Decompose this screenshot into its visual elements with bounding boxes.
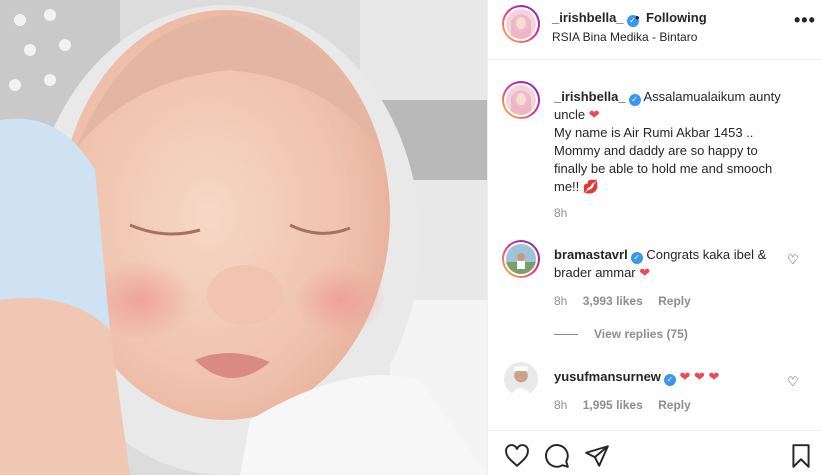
share-icon[interactable]	[584, 443, 610, 469]
post-photo[interactable]	[0, 0, 487, 475]
like-icon[interactable]	[504, 443, 530, 469]
like-comment-icon[interactable]: ♡	[787, 252, 799, 268]
comment-time: 8h	[554, 294, 568, 308]
caption-meta: 8h	[554, 206, 579, 220]
location-link[interactable]: RSIA Bina Medika - Bintaro	[552, 30, 697, 44]
verified-badge-icon: ✓	[628, 94, 641, 106]
view-replies-button[interactable]: View replies (75)	[554, 327, 688, 341]
post-header: _irishbella_ ✓ • Following RSIA Bina Medi…	[488, 0, 822, 60]
caption-line-2: My name is Air Rumi Akbar 1453 ..	[554, 125, 754, 140]
baby-photo-image	[0, 0, 487, 475]
comment-time: 8h	[554, 398, 568, 412]
comment-meta: 8h 3,993 likes Reply	[554, 294, 703, 308]
commenter-avatar[interactable]	[504, 362, 538, 396]
like-comment-icon[interactable]: ♡	[787, 374, 799, 390]
reply-button[interactable]: Reply	[658, 294, 691, 308]
comment-meta: 8h 1,995 likes Reply	[554, 398, 703, 412]
comment-icon[interactable]	[544, 443, 570, 469]
comment-username[interactable]: bramastavrl ✓	[554, 247, 643, 264]
verified-badge-icon: ✓	[630, 252, 643, 264]
post-side-panel: _irishbella_ ✓ • Following RSIA Bina Medi…	[487, 0, 822, 475]
caption-text: _irishbella_ ✓ Assalamualaikum aunty uncl…	[554, 88, 784, 196]
lips-emoji: 💋	[582, 179, 600, 194]
caption-avatar-image	[506, 85, 536, 115]
caption-username[interactable]: _irishbella_ ✓	[554, 89, 641, 106]
comment-text: bramastavrl ✓ Congrats kaka ibel & brader…	[554, 246, 784, 282]
separator-dot: •	[635, 10, 640, 25]
heart-emoji: ❤	[639, 265, 651, 280]
replies-divider	[554, 334, 578, 336]
heart-emoji: ❤	[588, 107, 600, 122]
comment-text: yusufmansurnew ✓ ❤ ❤ ❤	[554, 368, 784, 386]
commenter-avatar[interactable]	[502, 240, 540, 278]
hearts-emoji: ❤ ❤ ❤	[679, 369, 720, 384]
following-button[interactable]: Following	[646, 10, 707, 25]
comment-likes[interactable]: 3,993 likes	[583, 294, 643, 308]
comment-likes[interactable]: 1,995 likes	[583, 398, 643, 412]
action-bar	[488, 430, 822, 475]
reply-button[interactable]: Reply	[658, 398, 691, 412]
caption-time: 8h	[554, 206, 568, 220]
author-username[interactable]: _irishbella_ ✓	[552, 10, 639, 27]
comment-username[interactable]: yusufmansurnew ✓	[554, 369, 676, 386]
caption-avatar[interactable]	[502, 81, 540, 119]
more-options-icon[interactable]: •••	[794, 10, 816, 31]
verified-badge-icon: ✓	[663, 374, 676, 386]
author-avatar[interactable]	[502, 5, 540, 43]
commenter-avatar-image	[504, 362, 538, 396]
commenter-avatar-image	[506, 244, 536, 274]
author-avatar-image	[506, 9, 536, 39]
save-bookmark-icon[interactable]	[788, 443, 814, 469]
